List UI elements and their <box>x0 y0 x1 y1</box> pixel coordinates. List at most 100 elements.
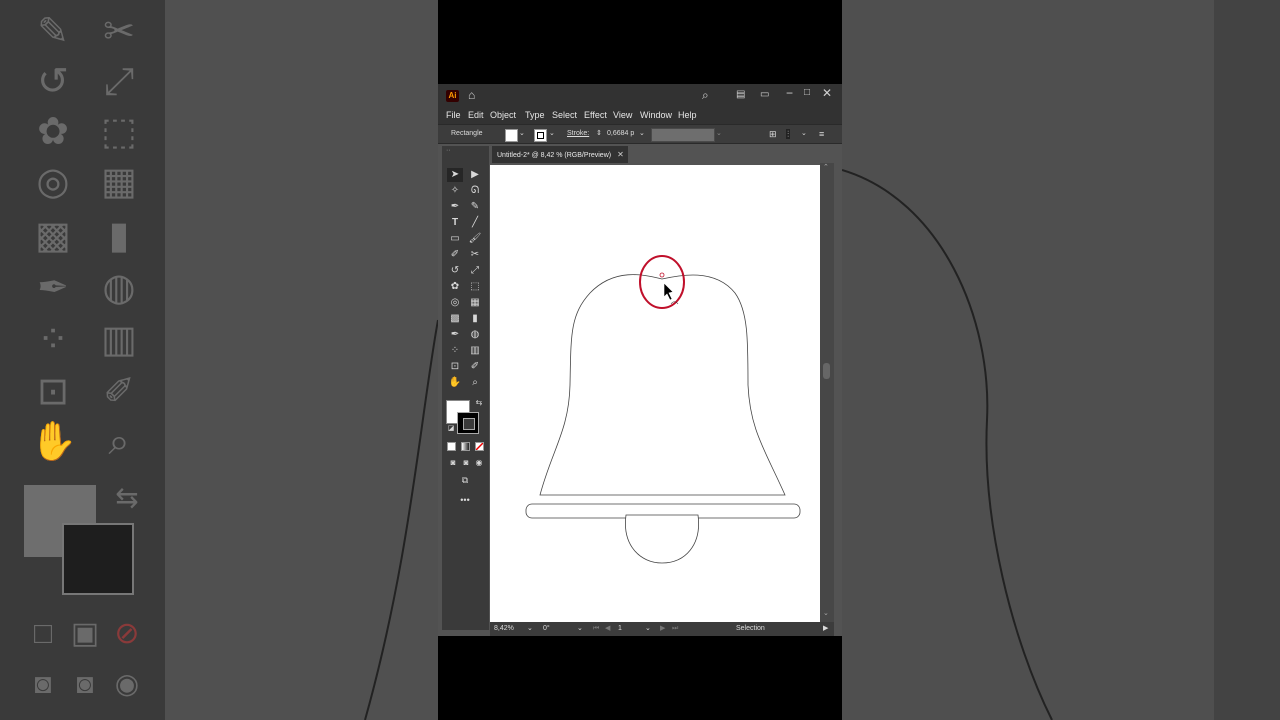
previous-artboard-icon[interactable]: ◀ <box>605 624 610 634</box>
close-icon[interactable]: ✕ <box>822 87 832 99</box>
current-tool-status[interactable]: Selection <box>736 624 765 634</box>
magic-wand-tool-icon[interactable]: ✧ <box>447 184 463 198</box>
zoom-chevron-down-icon[interactable]: ⌄ <box>527 624 533 634</box>
artboard-chevron-down-icon[interactable]: ⌄ <box>645 624 651 634</box>
ai-logo: Ai <box>446 90 459 102</box>
menu-window[interactable]: Window <box>640 108 672 122</box>
stroke-color-picker[interactable] <box>534 129 547 142</box>
pen-tool-icon[interactable]: ✒ <box>447 200 463 214</box>
column-graph-tool-icon[interactable]: ▥ <box>467 344 483 358</box>
menu-type[interactable]: Type <box>525 108 545 122</box>
panel-grip-icon[interactable]: ·· <box>446 147 451 154</box>
mesh-tool-icon[interactable]: ▩ <box>447 312 463 326</box>
zoom-level-field[interactable]: 8,42% <box>494 624 514 634</box>
variable-width-dropdown[interactable] <box>651 128 715 142</box>
stroke-label[interactable]: Stroke: <box>567 129 589 139</box>
stroke-swatch[interactable] <box>457 412 479 434</box>
search-icon[interactable]: ⌕ <box>702 89 709 101</box>
current-tool-name: Rectangle <box>451 130 483 137</box>
menu-effect[interactable]: Effect <box>584 108 607 122</box>
align-grid-icon[interactable]: ⊞ <box>769 129 777 139</box>
swap-fill-stroke-icon[interactable]: ⇆ <box>471 396 487 410</box>
none-mode-icon[interactable] <box>475 442 484 451</box>
scale-tool-icon[interactable]: ⤢ <box>467 264 483 278</box>
menu-view[interactable]: View <box>613 108 632 122</box>
stroke-weight-field[interactable]: 0,6684 p <box>607 129 634 139</box>
document-tab-title: Untitled-2* @ 8,42 % (RGB/Preview) <box>497 152 612 159</box>
edit-toolbar-icon[interactable]: ••• <box>457 493 473 507</box>
rotation-chevron-down-icon[interactable]: ⌄ <box>577 624 583 634</box>
slice-tool-icon[interactable]: ✐ <box>467 360 483 374</box>
paintbrush-tool-icon[interactable]: 🖌 <box>467 232 483 246</box>
background-zoom-right <box>842 0 1280 720</box>
free-transform-tool-icon[interactable]: ⬚ <box>467 280 483 294</box>
menu-file[interactable]: File <box>446 108 461 122</box>
menu-select[interactable]: Select <box>552 108 577 122</box>
background-zoom-left: ✎ ✂ ↺ ⤢ ✿ ⬚ ◎ ▦ ▩ ▮ ✒ ◍ ⁘ ▥ ⊡ ✐ ✋ ⌕ ⇆ □ … <box>0 0 438 720</box>
maximize-icon[interactable]: □ <box>804 87 810 99</box>
stroke-stepper-icon[interactable]: ⇕ <box>596 129 602 139</box>
align-chevron-down-icon[interactable]: ⌄ <box>801 129 807 139</box>
scroll-down-icon[interactable]: ⌄ <box>823 609 829 617</box>
panel-menu-icon[interactable]: ≡ <box>819 129 824 139</box>
draw-inside-icon[interactable]: ◉ <box>471 456 487 470</box>
home-icon[interactable]: ⌂ <box>468 89 475 101</box>
lasso-tool-icon[interactable]: ᘏ <box>467 184 483 198</box>
selection-tool-icon[interactable]: ➤ <box>447 168 463 182</box>
bell-artwork[interactable] <box>490 165 820 622</box>
default-colors-icon[interactable]: ◪ <box>443 422 459 436</box>
shape-builder-tool-icon[interactable]: ◎ <box>447 296 463 310</box>
rectangle-tool-icon[interactable]: ▭ <box>447 232 463 246</box>
perspective-grid-tool-icon[interactable]: ▦ <box>467 296 483 310</box>
menu-object[interactable]: Object <box>490 108 516 122</box>
hand-tool-icon[interactable]: ✋ <box>447 376 463 390</box>
vertical-scrollbar[interactable]: ⌃ ⌄ <box>820 163 834 622</box>
gradient-tool-icon[interactable]: ▮ <box>467 312 483 326</box>
status-menu-icon[interactable]: ▶ <box>823 624 828 634</box>
scissors-tool-icon[interactable]: ✂ <box>467 248 483 262</box>
document-tab-bar: Untitled-2* @ 8,42 % (RGB/Preview) ✕ <box>490 146 842 163</box>
type-tool-icon[interactable]: T <box>447 216 463 230</box>
line-segment-tool-icon[interactable]: ╱ <box>467 216 483 230</box>
zoom-tool-icon[interactable]: ⌕ <box>467 376 483 390</box>
gradient-mode-icon[interactable] <box>461 442 470 451</box>
warp-tool-icon[interactable]: ✿ <box>447 280 463 294</box>
menu-help[interactable]: Help <box>678 108 697 122</box>
screen-mode-icon[interactable]: ⧉ <box>457 473 473 487</box>
selected-ring <box>639 255 685 309</box>
artboard-tool-icon[interactable]: ⊡ <box>447 360 463 374</box>
first-artboard-icon[interactable]: ⏮ <box>593 624 599 634</box>
tab-close-icon[interactable]: ✕ <box>617 150 624 159</box>
curvature-tool-icon[interactable]: ✎ <box>467 200 483 214</box>
artboard[interactable] <box>490 165 820 622</box>
color-mode-icon[interactable] <box>447 442 456 451</box>
direct-selection-tool-icon[interactable]: ▶ <box>467 168 483 182</box>
center-point-icon <box>659 272 665 278</box>
menu-edit[interactable]: Edit <box>468 108 484 122</box>
dropdown-chevron-down-icon[interactable]: ⌄ <box>716 129 722 139</box>
minimize-icon[interactable]: − <box>786 87 793 99</box>
scroll-thumb[interactable] <box>823 363 830 379</box>
symbol-sprayer-tool-icon[interactable]: ⁘ <box>447 344 463 358</box>
bg-bell-outline-left <box>364 319 438 720</box>
fill-chevron-down-icon[interactable]: ⌄ <box>519 129 525 139</box>
align-panel-icon[interactable]: ⫶ <box>786 129 791 139</box>
scroll-up-icon[interactable]: ⌃ <box>823 163 829 171</box>
document-tab[interactable]: Untitled-2* @ 8,42 % (RGB/Preview) ✕ <box>492 146 628 163</box>
canvas-area[interactable] <box>490 163 820 622</box>
fill-color-picker[interactable] <box>505 129 518 142</box>
workspace-icon[interactable]: ▭ <box>760 89 769 101</box>
stroke-chevron-down-icon[interactable]: ⌄ <box>549 129 555 139</box>
rotate-tool-icon[interactable]: ↺ <box>447 264 463 278</box>
shaper-tool-icon[interactable]: ✐ <box>447 248 463 262</box>
eyedropper-tool-icon[interactable]: ✒ <box>447 328 463 342</box>
last-artboard-icon[interactable]: ⏭ <box>672 624 678 634</box>
blend-tool-icon[interactable]: ◍ <box>467 328 483 342</box>
rotation-field[interactable]: 0° <box>543 624 550 634</box>
stroke-weight-chevron-down-icon[interactable]: ⌄ <box>639 129 645 139</box>
artboard-number-field[interactable]: 1 <box>618 624 622 634</box>
bg-bell-outline-right <box>842 169 1053 720</box>
arrange-documents-icon[interactable]: ▤ <box>736 89 745 101</box>
next-artboard-icon[interactable]: ▶ <box>660 624 665 634</box>
menu-bar: File Edit Object Type Select Effect View… <box>438 106 842 124</box>
